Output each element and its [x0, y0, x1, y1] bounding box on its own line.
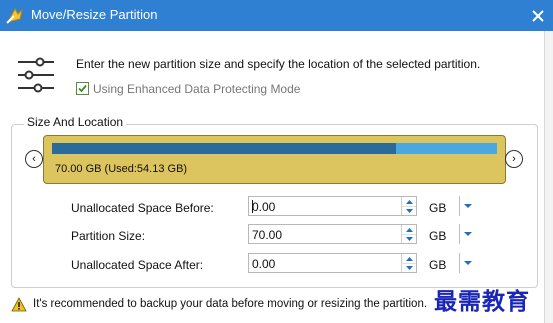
background-window-edge: [544, 31, 553, 323]
close-button[interactable]: [523, 0, 553, 31]
chevron-left-icon: ‹: [32, 152, 36, 165]
partition-wizard-icon: [6, 7, 23, 24]
unit-divider: [459, 224, 460, 244]
unit-dropdown-icon[interactable]: [463, 201, 473, 211]
spin-down-button[interactable]: [402, 206, 416, 215]
chevron-right-icon: ›: [512, 152, 516, 165]
unit-dropdown-icon[interactable]: [463, 229, 473, 239]
unallocated-after-spinner[interactable]: [401, 254, 416, 272]
unit-divider: [459, 253, 460, 273]
unallocated-after-value: 0.00: [252, 257, 276, 271]
partition-size-input[interactable]: 70.00: [248, 224, 417, 244]
arrow-down-icon: [405, 208, 413, 213]
partition-used-fill: [52, 143, 396, 154]
arrow-up-icon: [405, 199, 413, 204]
unit-label: GB: [429, 201, 447, 215]
watermark-text: 最需教育: [434, 289, 530, 315]
unit-dropdown-icon[interactable]: [463, 258, 473, 268]
title-bar: Move/Resize Partition: [0, 0, 553, 31]
unallocated-before-input[interactable]: 0.00: [248, 196, 417, 216]
unallocated-after-input[interactable]: 0.00: [248, 253, 417, 273]
scroll-left-button[interactable]: ‹: [25, 150, 43, 168]
arrow-down-icon: [405, 265, 413, 270]
window-title: Move/Resize Partition: [31, 7, 158, 22]
spin-down-button[interactable]: [402, 234, 416, 243]
warning-icon: [11, 297, 27, 312]
unallocated-before-label: Unallocated Space Before:: [71, 201, 214, 215]
scroll-right-button[interactable]: ›: [505, 150, 523, 168]
backup-warning-text: It's recommended to backup your data bef…: [33, 298, 428, 310]
arrow-down-icon: [405, 236, 413, 241]
unit-label: GB: [429, 229, 447, 243]
partition-size-value: 70.00: [252, 228, 283, 242]
sliders-icon: [18, 57, 54, 93]
enhanced-mode-checkbox[interactable]: [76, 82, 89, 95]
partition-size-spinner[interactable]: [401, 225, 416, 243]
unallocated-after-label: Unallocated Space After:: [71, 258, 204, 272]
group-label: Size And Location: [24, 115, 127, 129]
unallocated-before-spinner[interactable]: [401, 197, 416, 215]
enhanced-mode-label: Using Enhanced Data Protecting Mode: [93, 82, 301, 96]
arrow-up-icon: [405, 227, 413, 232]
instruction-text: Enter the new partition size and specify…: [76, 57, 481, 71]
close-icon: [532, 9, 544, 22]
partition-usage-bar: [52, 143, 497, 154]
partition-size-label-text: Partition Size:: [71, 229, 146, 243]
partition-size-label: 70.00 GB (Used:54.13 GB): [55, 163, 188, 175]
checkmark-icon: [78, 84, 87, 93]
spin-down-button[interactable]: [402, 263, 416, 272]
unit-label: GB: [429, 258, 447, 272]
text-caret: [252, 200, 253, 213]
arrow-up-icon: [405, 256, 413, 261]
unallocated-before-value: 0.00: [252, 200, 276, 214]
unit-divider: [459, 196, 460, 216]
